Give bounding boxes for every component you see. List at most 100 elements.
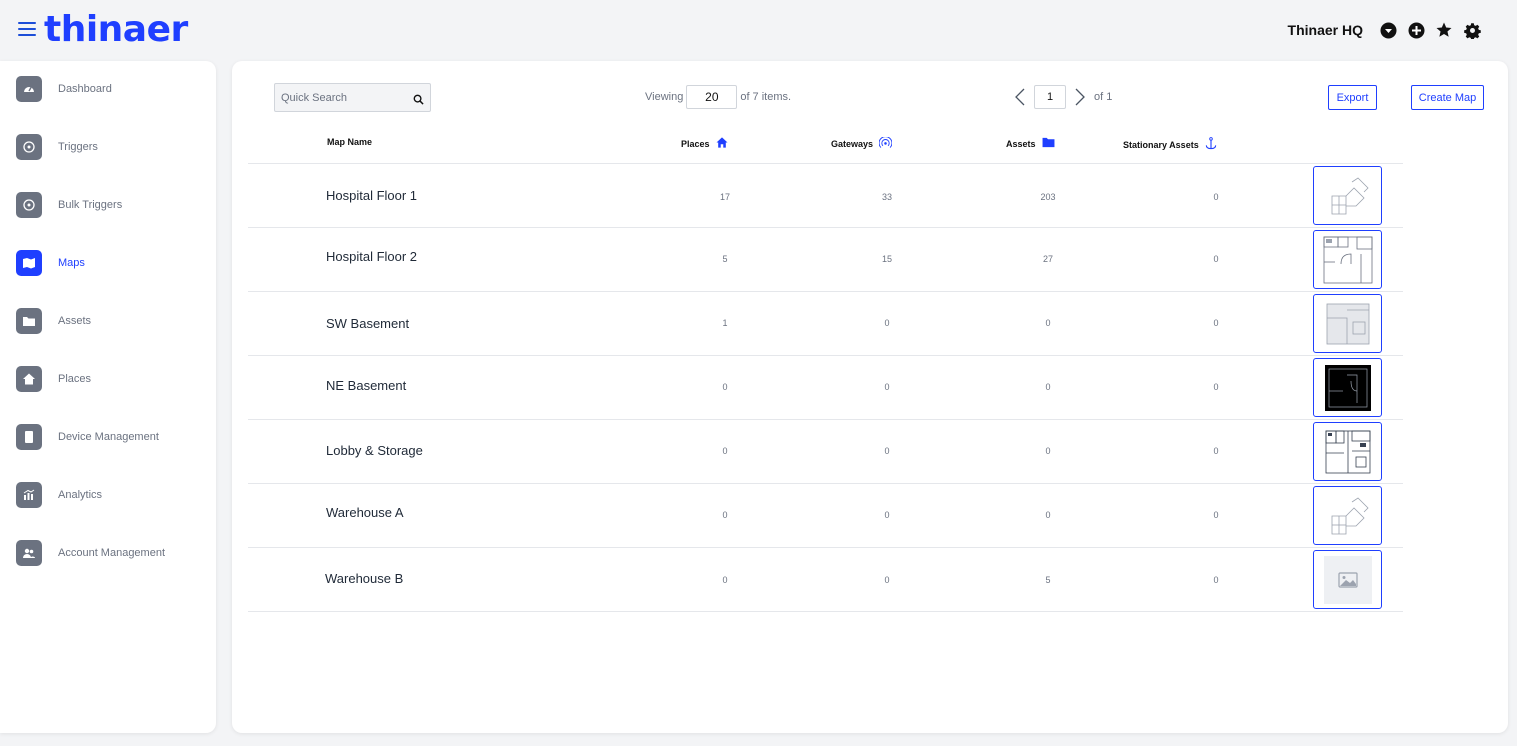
analytics-icon — [16, 482, 42, 508]
folder-icon — [16, 308, 42, 334]
map-thumbnail[interactable] — [1313, 166, 1382, 225]
sidebar-item-places[interactable]: Places — [16, 366, 91, 392]
sidebar-item-dashboard[interactable]: Dashboard — [16, 76, 112, 102]
sidebar-item-triggers[interactable]: Triggers — [16, 134, 98, 160]
sidebar-item-bulk-triggers[interactable]: Bulk Triggers — [16, 192, 122, 218]
page-number-input[interactable] — [1034, 85, 1066, 109]
quick-search — [274, 83, 431, 112]
table-row[interactable]: Warehouse B 0 0 5 0 — [248, 548, 1403, 612]
map-thumbnail[interactable] — [1313, 358, 1382, 417]
column-header-places[interactable]: Places — [681, 137, 728, 150]
search-input[interactable] — [275, 84, 405, 111]
map-name-cell[interactable]: SW Basement — [326, 316, 409, 331]
export-button[interactable]: Export — [1328, 85, 1377, 110]
assets-cell: 0 — [1045, 318, 1051, 328]
places-cell: 17 — [719, 192, 730, 202]
page-suffix: of 1 — [1094, 91, 1113, 103]
sidebar-item-label: Dashboard — [58, 83, 112, 95]
sidebar: Dashboard Triggers Bulk Triggers Maps As… — [0, 61, 216, 733]
table-row[interactable]: SW Basement 1 0 0 0 — [248, 292, 1403, 356]
map-thumbnail[interactable] — [1313, 550, 1382, 609]
sidebar-item-analytics[interactable]: Analytics — [16, 482, 102, 508]
home-icon — [16, 366, 42, 392]
crosshair-icon — [16, 192, 42, 218]
places-cell: 0 — [722, 510, 728, 520]
map-name-cell[interactable]: Hospital Floor 2 — [326, 249, 417, 264]
column-header-gateways[interactable]: Gateways — [831, 136, 893, 150]
places-cell: 5 — [722, 254, 728, 264]
viewing-suffix: of 7 items. — [740, 91, 792, 103]
table-row[interactable]: NE Basement 0 0 0 0 — [248, 356, 1403, 420]
sidebar-item-label: Triggers — [58, 141, 98, 153]
device-icon — [16, 424, 42, 450]
map-name-cell[interactable]: NE Basement — [326, 378, 406, 393]
assets-cell: 5 — [1045, 575, 1051, 585]
table-row[interactable]: Lobby & Storage 0 0 0 0 — [248, 420, 1403, 484]
gear-icon[interactable] — [1463, 21, 1481, 39]
places-cell: 0 — [722, 446, 728, 456]
sidebar-item-label: Assets — [58, 315, 92, 327]
page-size-input[interactable] — [686, 85, 738, 109]
sidebar-item-label: Bulk Triggers — [58, 199, 123, 211]
map-name-cell[interactable]: Warehouse A — [326, 505, 404, 520]
crosshair-icon — [16, 134, 42, 160]
column-header-stationary-assets[interactable]: Stationary Assets — [1123, 137, 1217, 152]
sidebar-item-label: Device Management — [58, 431, 159, 443]
chevron-right-icon[interactable] — [1072, 86, 1088, 108]
chevron-left-icon[interactable] — [1012, 86, 1028, 108]
sidebar-item-account-management[interactable]: Account Management — [16, 540, 165, 566]
column-header-assets[interactable]: Assets — [1006, 137, 1055, 150]
assets-cell: 0 — [1045, 382, 1051, 392]
map-thumbnail[interactable] — [1313, 422, 1382, 481]
gateways-cell: 0 — [884, 318, 890, 328]
pagination: of 1 — [1012, 85, 1112, 109]
map-thumbnail[interactable] — [1313, 486, 1382, 545]
stationary-assets-cell: 0 — [1213, 318, 1219, 328]
map-name-cell[interactable]: Hospital Floor 1 — [326, 188, 417, 203]
viewing-control: Viewing of 7 items. — [645, 85, 791, 109]
plus-circle-icon[interactable] — [1407, 21, 1425, 39]
table-row[interactable]: Hospital Floor 2 5 15 27 0 — [248, 228, 1403, 292]
gateways-cell: 0 — [884, 446, 890, 456]
top-bar: thinaer Thinaer HQ — [0, 0, 1517, 60]
star-icon[interactable] — [1435, 21, 1453, 39]
map-name-cell[interactable]: Lobby & Storage — [326, 443, 423, 458]
viewing-label: Viewing — [645, 91, 684, 103]
stationary-assets-cell: 0 — [1213, 192, 1219, 202]
app-logo[interactable]: thinaer — [44, 8, 188, 52]
folder-icon — [1042, 137, 1055, 150]
stationary-assets-cell: 0 — [1213, 446, 1219, 456]
map-icon — [16, 250, 42, 276]
places-cell: 0 — [722, 575, 728, 585]
gateways-cell: 0 — [884, 382, 890, 392]
caret-circle-icon[interactable] — [1379, 21, 1397, 39]
main-panel: Viewing of 7 items. of 1 Export Create M… — [232, 61, 1508, 733]
table-row[interactable]: Warehouse A 0 0 0 0 — [248, 484, 1403, 548]
table-row[interactable]: Hospital Floor 1 17 33 203 0 — [248, 164, 1403, 228]
hamburger-menu-icon[interactable] — [18, 22, 36, 36]
org-name[interactable]: Thinaer HQ — [1288, 22, 1363, 38]
gateways-cell: 0 — [884, 510, 890, 520]
table-header: Map Name Places Gateways Assets Stationa… — [248, 131, 1403, 164]
gateways-cell: 0 — [884, 575, 890, 585]
sidebar-item-assets[interactable]: Assets — [16, 308, 91, 334]
map-name-cell[interactable]: Warehouse B — [325, 571, 403, 586]
home-icon — [716, 137, 728, 150]
stationary-assets-cell: 0 — [1213, 382, 1219, 392]
sidebar-item-maps[interactable]: Maps — [16, 250, 85, 276]
sidebar-item-label: Maps — [58, 257, 85, 269]
map-thumbnail[interactable] — [1313, 294, 1382, 353]
sidebar-item-device-management[interactable]: Device Management — [16, 424, 159, 450]
stationary-assets-cell: 0 — [1213, 254, 1219, 264]
search-icon[interactable] — [413, 92, 424, 110]
column-header-map-name[interactable]: Map Name — [327, 137, 372, 147]
create-map-button[interactable]: Create Map — [1411, 85, 1484, 110]
places-cell: 1 — [722, 318, 728, 328]
sidebar-item-label: Analytics — [58, 489, 103, 501]
gateway-signal-icon — [878, 136, 893, 150]
assets-cell: 0 — [1045, 510, 1051, 520]
assets-cell: 203 — [1040, 192, 1056, 202]
map-thumbnail[interactable] — [1313, 230, 1382, 289]
dashboard-icon — [16, 76, 42, 102]
sidebar-item-label: Places — [58, 373, 92, 385]
